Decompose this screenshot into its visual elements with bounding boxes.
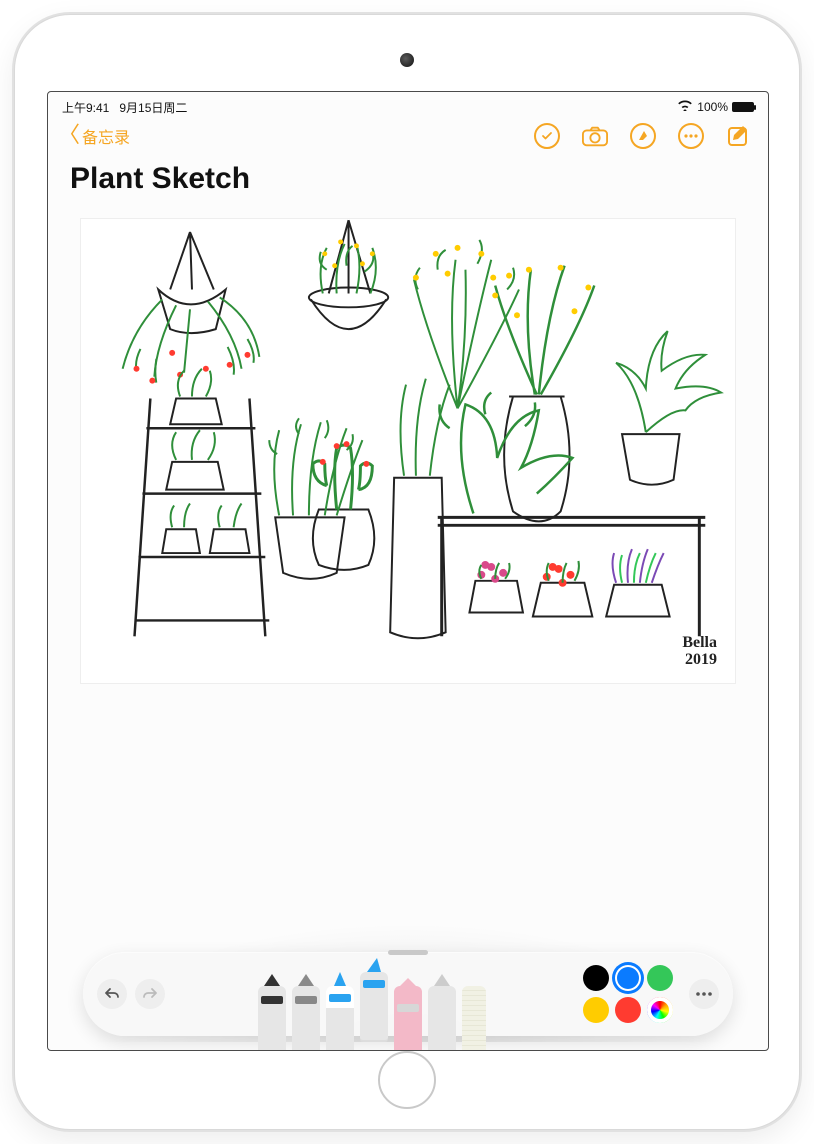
- eraser-tool[interactable]: [394, 986, 422, 1051]
- marker-tool[interactable]: [326, 986, 354, 1051]
- status-right: 100%: [677, 100, 754, 114]
- toolbar-grabber[interactable]: [388, 950, 428, 955]
- navbar: 〈 备忘录: [48, 118, 768, 158]
- color-picker-button[interactable]: [647, 997, 673, 1023]
- pen-tool[interactable]: [258, 986, 286, 1051]
- battery-percent: 100%: [697, 100, 728, 114]
- front-camera: [400, 53, 414, 67]
- color-blue[interactable]: [615, 965, 641, 991]
- color-red[interactable]: [615, 997, 641, 1023]
- nav-actions: [534, 123, 752, 149]
- chevron-left-icon: 〈: [58, 124, 80, 146]
- status-time: 上午9:41: [62, 101, 109, 115]
- screen: 上午9:41 9月15日周二 100% 〈 备忘录: [47, 91, 769, 1051]
- status-left: 上午9:41 9月15日周二: [62, 99, 187, 116]
- signature-year: 2019: [682, 651, 717, 669]
- toolbar-more-button[interactable]: [689, 979, 719, 1009]
- checklist-button[interactable]: [534, 123, 560, 149]
- ruler-tool[interactable]: [462, 986, 486, 1051]
- color-palette: [583, 965, 673, 1023]
- home-button[interactable]: [378, 1051, 436, 1109]
- tool-tray: [175, 952, 569, 1036]
- battery-icon: [732, 102, 754, 112]
- undo-button[interactable]: [97, 979, 127, 1009]
- ipad-device-frame: 上午9:41 9月15日周二 100% 〈 备忘录: [14, 14, 800, 1130]
- pencil-tool[interactable]: [292, 986, 320, 1051]
- markup-button[interactable]: [630, 123, 656, 149]
- plant-sketch-drawing: [81, 219, 735, 683]
- color-black[interactable]: [583, 965, 609, 991]
- redo-button[interactable]: [135, 979, 165, 1009]
- sketch-signature: Bella 2019: [682, 634, 717, 669]
- highlighter-tool[interactable]: [360, 972, 388, 1042]
- status-bar: 上午9:41 9月15日周二 100%: [48, 92, 768, 118]
- color-green[interactable]: [647, 965, 673, 991]
- more-button[interactable]: [678, 123, 704, 149]
- camera-button[interactable]: [582, 123, 608, 149]
- note-header: Plant Sketch: [48, 158, 768, 202]
- lasso-tool[interactable]: [428, 986, 456, 1051]
- drawing-canvas[interactable]: Bella 2019: [80, 218, 736, 684]
- back-button[interactable]: 〈 备忘录: [58, 124, 130, 148]
- wifi-icon: [677, 100, 693, 114]
- compose-button[interactable]: [726, 123, 752, 149]
- note-title[interactable]: Plant Sketch: [70, 162, 746, 196]
- status-date: 9月15日周二: [119, 101, 187, 115]
- markup-toolbar[interactable]: [83, 952, 733, 1036]
- signature-name: Bella: [682, 634, 717, 652]
- color-yellow[interactable]: [583, 997, 609, 1023]
- back-label: 备忘录: [82, 124, 130, 148]
